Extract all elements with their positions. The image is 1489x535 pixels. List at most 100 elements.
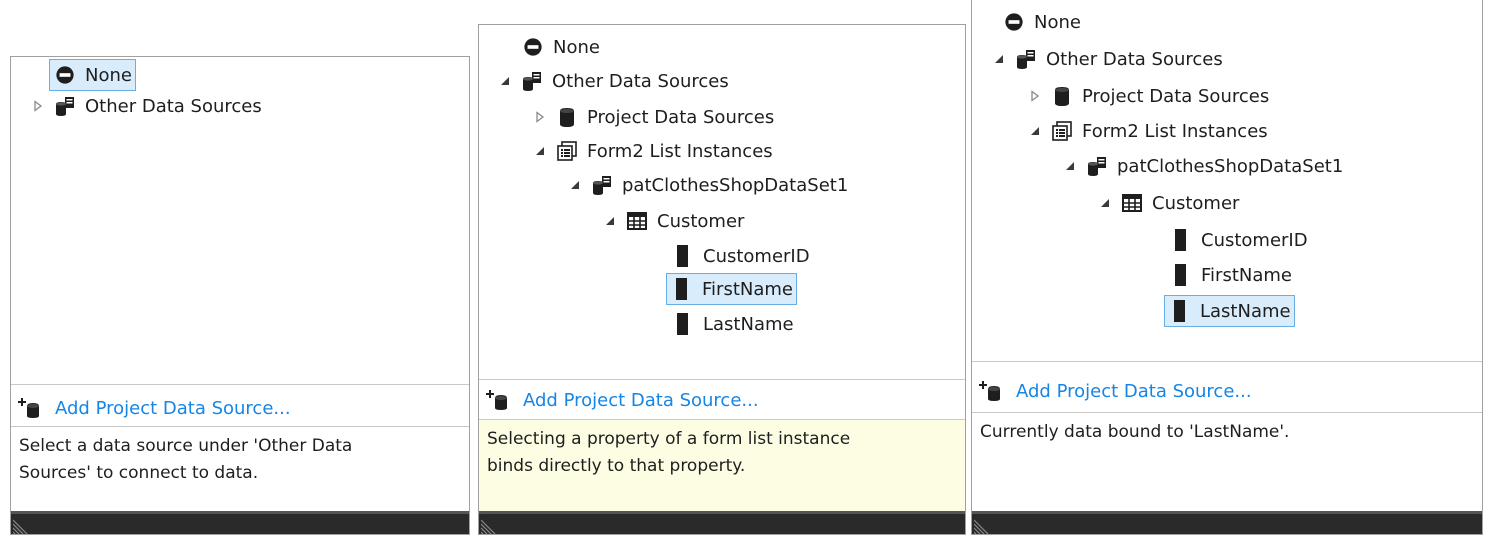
tree-item-customerid[interactable]: CustomerID	[1170, 224, 1308, 256]
selection-highlight: FirstName	[666, 273, 797, 305]
description-line: Select a data source under 'Other Data	[19, 436, 353, 456]
expanded-arrow-icon[interactable]	[568, 178, 582, 192]
field-icon	[671, 278, 693, 300]
data-sources-icon	[591, 174, 613, 196]
data-source-picker-collapsed: None Other Data Sources Add Project Data…	[10, 56, 470, 535]
no-entry-icon	[1003, 11, 1025, 33]
tree-item-label: Customer	[657, 210, 745, 232]
tree-item-label: patClothesShopDataSet1	[622, 174, 849, 196]
table-icon	[1121, 192, 1143, 214]
add-data-source-icon[interactable]	[17, 397, 43, 419]
tree-item-label: Project Data Sources	[587, 106, 775, 128]
database-icon	[556, 106, 578, 128]
tree-item-label: Other Data Sources	[85, 95, 262, 117]
add-project-data-source-link[interactable]: Add Project Data Source...	[523, 390, 759, 411]
resize-grip[interactable]	[972, 511, 1482, 534]
tree-item-other-data-sources[interactable]: Other Data Sources	[31, 90, 262, 122]
description-line: Currently data bound to 'LastName'.	[980, 422, 1290, 442]
expanded-arrow-icon[interactable]	[1098, 196, 1112, 210]
tree-item-label: Form2 List Instances	[587, 140, 773, 162]
data-sources-icon	[1015, 48, 1037, 70]
description-line: binds directly to that property.	[487, 456, 746, 476]
resize-grip[interactable]	[479, 511, 965, 534]
expanded-arrow-icon[interactable]	[992, 52, 1006, 66]
selection-highlight: LastName	[1164, 295, 1295, 327]
tree-item-label: Project Data Sources	[1082, 85, 1270, 107]
data-source-picker-firstname: None Other Data Sources Project Data Sou…	[478, 24, 966, 535]
tree-item-label: Other Data Sources	[552, 70, 729, 92]
field-icon	[1170, 264, 1192, 286]
tree-item-dataset[interactable]: patClothesShopDataSet1	[1063, 150, 1343, 182]
expanded-arrow-icon[interactable]	[1063, 159, 1077, 173]
expanded-arrow-icon[interactable]	[533, 144, 547, 158]
tree-item-none[interactable]: None	[522, 31, 600, 63]
tree-item-label: LastName	[703, 313, 794, 335]
tree-item-firstname[interactable]: FirstName	[1170, 259, 1292, 291]
expanded-arrow-icon[interactable]	[1028, 124, 1042, 138]
no-entry-icon	[54, 64, 76, 86]
tree-item-label: None	[1034, 11, 1081, 33]
data-sources-icon	[521, 70, 543, 92]
data-source-picker-lastname: None Other Data Sources Project Data Sou…	[971, 0, 1483, 535]
tree-item-label: Other Data Sources	[1046, 48, 1223, 70]
tree-item-other-data-sources[interactable]: Other Data Sources	[498, 65, 729, 97]
tree-item-label: patClothesShopDataSet1	[1117, 155, 1344, 177]
field-icon	[672, 313, 694, 335]
tree-item-label: CustomerID	[1201, 229, 1308, 251]
table-icon	[626, 210, 648, 232]
data-sources-icon	[1086, 155, 1108, 177]
add-source-bar: Add Project Data Source...	[11, 389, 469, 427]
collapsed-arrow-icon[interactable]	[31, 99, 45, 113]
description-line: Sources' to connect to data.	[19, 463, 259, 483]
field-icon	[1170, 229, 1192, 251]
tree-item-label: LastName	[1200, 300, 1291, 322]
data-sources-icon	[54, 95, 76, 117]
description-text: Currently data bound to 'LastName'.	[972, 413, 1482, 509]
tree-item-label: None	[85, 64, 132, 86]
tree-item-none[interactable]: None	[49, 59, 136, 91]
tree-item-lastname[interactable]: LastName	[672, 308, 794, 340]
field-icon	[1169, 300, 1191, 322]
tree-item-none[interactable]: None	[1003, 6, 1081, 38]
expanded-arrow-icon[interactable]	[498, 74, 512, 88]
no-entry-icon	[522, 36, 544, 58]
add-project-data-source-link[interactable]: Add Project Data Source...	[55, 398, 291, 419]
add-data-source-icon[interactable]	[485, 389, 511, 411]
database-icon	[1051, 85, 1073, 107]
tree-item-form2-list-instances[interactable]: Form2 List Instances	[533, 135, 773, 167]
form-list-icon	[1051, 120, 1073, 142]
tree-item-label: None	[553, 36, 600, 58]
tree-item-dataset[interactable]: patClothesShopDataSet1	[568, 169, 848, 201]
add-project-data-source-link[interactable]: Add Project Data Source...	[1016, 381, 1252, 402]
tree-item-label: Customer	[1152, 192, 1240, 214]
collapsed-arrow-icon[interactable]	[1028, 89, 1042, 103]
field-icon	[672, 245, 694, 267]
tree-item-customerid[interactable]: CustomerID	[672, 240, 810, 272]
tree-item-firstname[interactable]: FirstName	[666, 273, 797, 305]
divider	[972, 361, 1482, 362]
tree-item-customer[interactable]: Customer	[1098, 187, 1239, 219]
selection-highlight: None	[49, 59, 136, 91]
description-line: Selecting a property of a form list inst…	[487, 429, 851, 449]
add-source-bar: Add Project Data Source...	[479, 381, 965, 419]
collapsed-arrow-icon[interactable]	[533, 110, 547, 124]
tree-item-form2-list-instances[interactable]: Form2 List Instances	[1028, 115, 1268, 147]
divider	[479, 379, 965, 380]
tree-item-customer[interactable]: Customer	[603, 205, 744, 237]
expanded-arrow-icon[interactable]	[603, 214, 617, 228]
tree-item-label: FirstName	[1201, 264, 1292, 286]
add-data-source-icon[interactable]	[978, 380, 1004, 402]
tree-item-project-data-sources[interactable]: Project Data Sources	[533, 101, 774, 133]
tree-item-label: FirstName	[702, 278, 793, 300]
add-source-bar: Add Project Data Source...	[972, 372, 1482, 410]
tree-item-project-data-sources[interactable]: Project Data Sources	[1028, 80, 1269, 112]
description-text: Select a data source under 'Other Data S…	[11, 427, 469, 514]
tree-item-lastname[interactable]: LastName	[1164, 295, 1295, 327]
tree-item-other-data-sources[interactable]: Other Data Sources	[992, 43, 1223, 75]
tree-item-label: Form2 List Instances	[1082, 120, 1268, 142]
form-list-icon	[556, 140, 578, 162]
resize-grip[interactable]	[11, 511, 469, 534]
tree-item-label: CustomerID	[703, 245, 810, 267]
divider	[11, 384, 469, 385]
description-text: Selecting a property of a form list inst…	[479, 420, 965, 516]
